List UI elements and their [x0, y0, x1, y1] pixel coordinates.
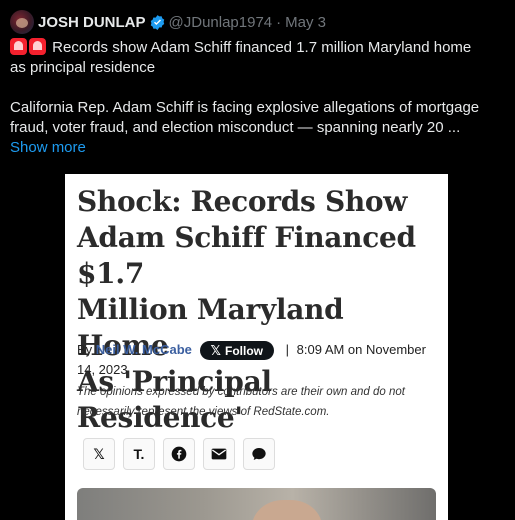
author-handle[interactable]: @JDunlap1974 [169, 14, 273, 31]
disclaimer-line: The opinions expressed by contributors a… [77, 386, 405, 398]
x-logo-icon: 𝕏 [210, 342, 221, 358]
truth-social-icon: T. [123, 438, 155, 470]
show-more-link[interactable]: Show more [10, 138, 86, 158]
follow-button: 𝕏 Follow [199, 341, 274, 361]
police-light-emoji-icon [29, 38, 46, 55]
article-timestamp: 8:09 AM on November [296, 342, 426, 357]
article-byline: By Neil W. McCabe 𝕏 Follow | 8:09 AM on N… [77, 340, 437, 380]
verified-badge-icon [149, 14, 166, 31]
avatar[interactable] [10, 10, 34, 34]
post-date[interactable]: May 3 [285, 14, 326, 31]
headline-line: Adam Schiff Financed $1.7 [77, 221, 416, 290]
post-text-line-2: as principal residence [10, 59, 156, 76]
tweet-header: JOSH DUNLAP @JDunlap1974 · May 3 [10, 10, 326, 34]
post-text-line-3: California Rep. Adam Schiff is facing ex… [10, 99, 480, 116]
follow-label: Follow [224, 343, 263, 358]
post-text-line-4: fraud, voter fraud, and election miscond… [10, 119, 461, 136]
article-timestamp-cont: 14, 2023 [77, 362, 128, 378]
article-disclaimer: The opinions expressed by contributors a… [77, 382, 437, 422]
x-logo-icon: 𝕏 [83, 438, 115, 470]
facebook-icon [163, 438, 195, 470]
separator-dot: · [276, 13, 282, 31]
tweet[interactable]: JOSH DUNLAP @JDunlap1974 · May 3 Records… [0, 0, 515, 520]
article-author: Neil W. McCabe [95, 342, 192, 357]
byline-separator: | [285, 342, 289, 357]
post-text: Records show Adam Schiff financed 1.7 mi… [52, 39, 472, 56]
share-bar: 𝕏 T. [83, 438, 275, 470]
author-name[interactable]: JOSH DUNLAP [38, 14, 146, 31]
email-icon [203, 438, 235, 470]
police-light-emoji-icon [10, 38, 27, 55]
post-text-line-1: Records show Adam Schiff financed 1.7 mi… [10, 38, 505, 58]
by-label: By [77, 342, 93, 357]
headline-line: Shock: Records Show [77, 185, 408, 218]
message-icon [243, 438, 275, 470]
attached-image[interactable]: Shock: Records Show Adam Schiff Financed… [65, 174, 448, 520]
disclaimer-line: necessarily represent the views of RedSt… [77, 406, 330, 418]
article-photo [77, 488, 436, 520]
